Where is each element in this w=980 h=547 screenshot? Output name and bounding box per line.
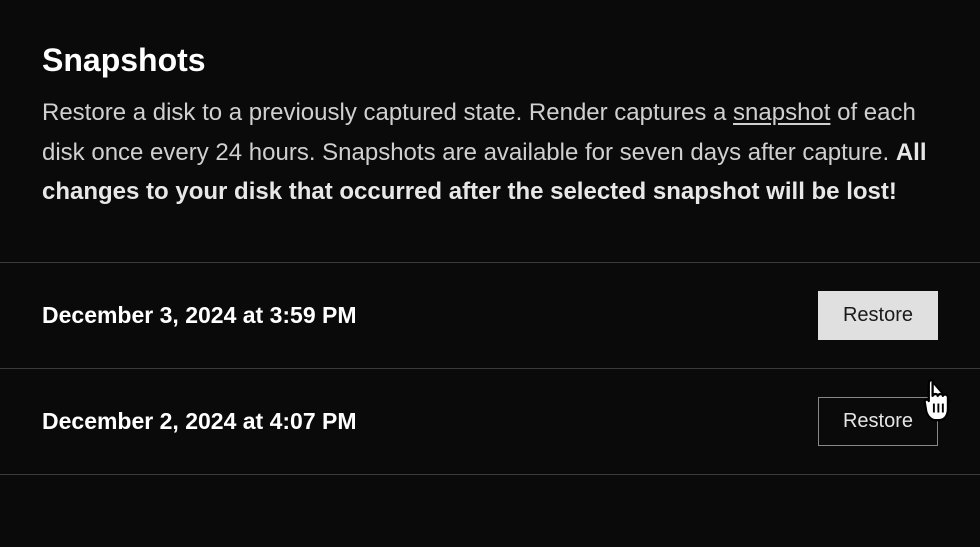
restore-button[interactable]: Restore <box>818 291 938 340</box>
snapshot-row: December 3, 2024 at 3:59 PM Restore <box>0 262 980 368</box>
snapshot-link[interactable]: snapshot <box>733 99 830 126</box>
page-description: Restore a disk to a previously captured … <box>42 93 938 212</box>
snapshot-row: December 2, 2024 at 4:07 PM Restore <box>0 368 980 475</box>
snapshot-list: December 3, 2024 at 3:59 PM Restore Dece… <box>0 262 980 475</box>
snapshots-header: Snapshots Restore a disk to a previously… <box>0 0 980 242</box>
restore-button[interactable]: Restore <box>818 397 938 446</box>
snapshot-date: December 2, 2024 at 4:07 PM <box>42 408 357 435</box>
desc-text-1: Restore a disk to a previously captured … <box>42 99 733 126</box>
snapshot-date: December 3, 2024 at 3:59 PM <box>42 302 357 329</box>
page-title: Snapshots <box>42 42 938 79</box>
